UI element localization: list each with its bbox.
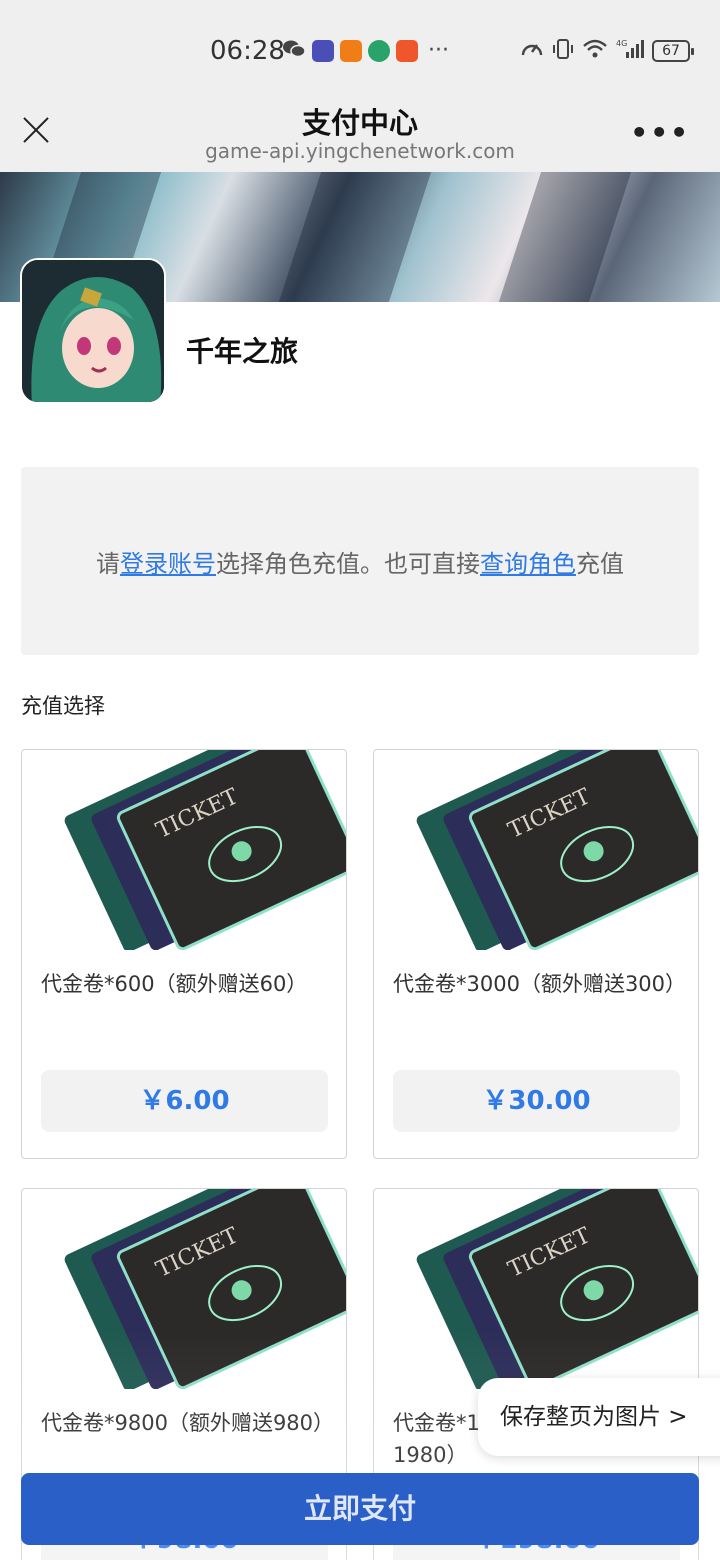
- login-prompt-box: 请登录账号 选择角色充值。也可直接 查询角色 充值: [21, 467, 699, 655]
- game-logo: [20, 258, 166, 404]
- system-icons: 4G 67: [520, 38, 694, 64]
- wifi-icon: [582, 38, 608, 64]
- product-title: 代金卷*9800（额外赠送980）: [41, 1411, 335, 1435]
- vibrate-icon: [552, 38, 574, 64]
- nav-bar: 支付中心 game-api.yingchenetwork.com •••: [0, 92, 720, 172]
- tieba-icon: [312, 40, 334, 62]
- section-label: 充值选择: [21, 694, 105, 718]
- banner-decoration: [498, 172, 632, 302]
- product-title: 代金卷*600（额外赠送60）: [41, 972, 308, 996]
- query-role-link[interactable]: 查询角色: [480, 544, 576, 579]
- login-prompt-prefix: 请: [96, 549, 120, 578]
- ticket-image: TICKET: [374, 1189, 698, 1391]
- login-account-link[interactable]: 登录账号: [120, 544, 216, 579]
- ticket-image: TICKET: [22, 750, 346, 952]
- status-bar: 06:28 ··· 4G 67: [0, 0, 720, 92]
- svg-text:4G: 4G: [616, 39, 627, 48]
- save-page-as-image-button[interactable]: 保存整页为图片 >: [478, 1378, 720, 1456]
- login-prompt-middle: 选择角色充值。也可直接: [216, 549, 480, 578]
- login-prompt-suffix: 充值: [576, 549, 624, 578]
- notification-icons: ···: [282, 38, 449, 64]
- speed-icon: [520, 38, 544, 64]
- ticket-image: TICKET: [374, 750, 698, 952]
- ticket-image: TICKET: [22, 1189, 346, 1391]
- price-button[interactable]: ￥30.00: [393, 1070, 680, 1132]
- green-app-icon: [368, 40, 390, 62]
- page-title: 支付中心: [301, 106, 418, 140]
- status-time: 06:28: [210, 36, 285, 66]
- signal-icon: 4G: [616, 38, 644, 64]
- more-options-button[interactable]: •••: [630, 116, 690, 149]
- battery-icon: 67: [652, 40, 694, 62]
- page-url: game-api.yingchenetwork.com: [205, 139, 515, 163]
- pay-now-button[interactable]: 立即支付: [21, 1473, 699, 1545]
- product-card[interactable]: TICKET 代金卷*3000（额外赠送300） ￥30.00: [373, 749, 699, 1159]
- price-button[interactable]: ￥6.00: [41, 1070, 328, 1132]
- banner-decoration: [278, 172, 432, 302]
- more-notifications: ···: [428, 38, 449, 63]
- wechat-icon: [282, 38, 306, 64]
- app-notification-icon: [340, 40, 362, 62]
- product-title: 代金卷*3000（额外赠送300）: [393, 972, 687, 996]
- product-card[interactable]: TICKET 代金卷*600（额外赠送60） ￥6.00: [21, 749, 347, 1159]
- taobao-icon: [396, 40, 418, 62]
- game-name: 千年之旅: [186, 335, 299, 368]
